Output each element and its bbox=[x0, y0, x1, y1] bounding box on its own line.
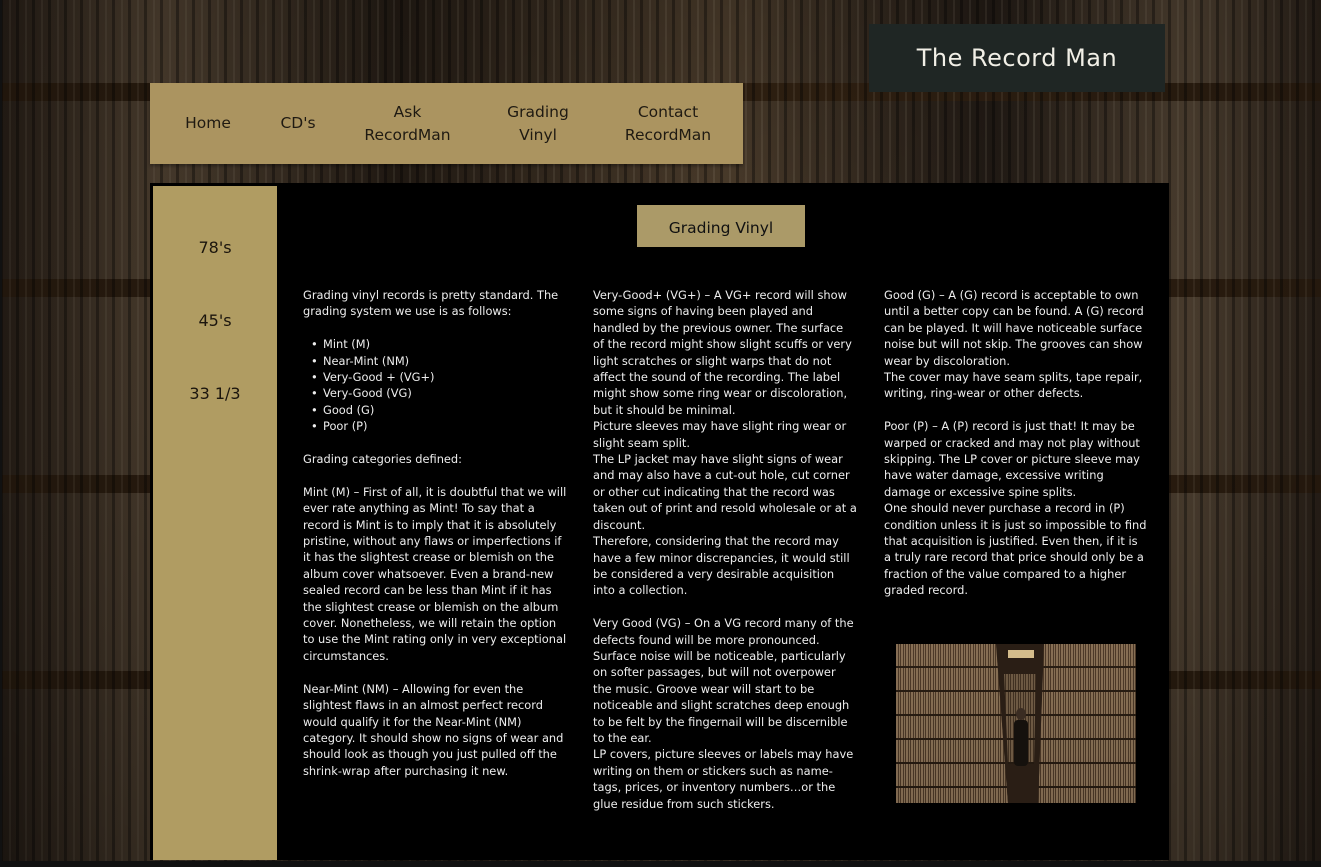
nav-home[interactable]: Home bbox=[174, 83, 242, 164]
record-aisle-image bbox=[896, 644, 1136, 803]
vg-plus-text: Very-Good+ (VG+) – A VG+ record will sho… bbox=[593, 288, 852, 417]
sidebar-item-78s[interactable]: 78's bbox=[153, 238, 277, 257]
good-cover-text: The cover may have seam splits, tape rep… bbox=[884, 370, 1143, 401]
nav-home-label: Home bbox=[185, 114, 231, 132]
top-nav: Home CD's Ask RecordMan Grading Vinyl Co… bbox=[150, 83, 743, 164]
page-heading-text: Grading Vinyl bbox=[668, 218, 774, 237]
intro-text: Grading vinyl records is pretty standard… bbox=[303, 288, 559, 319]
sleeves-text: Picture sleeves may have slight ring wea… bbox=[593, 419, 847, 450]
vg-text: Very Good (VG) – On a VG record many of … bbox=[593, 616, 854, 745]
good-text: Good (G) – A (G) record is acceptable to… bbox=[884, 288, 1144, 368]
jacket-text: The LP jacket may have slight signs of w… bbox=[593, 452, 857, 532]
sidebar: 78's 45's 33 1/3 bbox=[153, 186, 277, 860]
grade-list: Mint (M) Near-Mint (NM) Very-Good + (VG+… bbox=[303, 336, 567, 435]
column-2: Very-Good+ (VG+) – A VG+ record will sho… bbox=[593, 287, 857, 812]
grade-list-item: Very-Good (VG) bbox=[311, 385, 567, 402]
nav-contact-recordman-label: Contact RecordMan bbox=[624, 102, 712, 144]
nav-grading-vinyl[interactable]: Grading Vinyl bbox=[495, 83, 581, 164]
grade-list-item: Poor (P) bbox=[311, 418, 567, 435]
nav-cds-label: CD's bbox=[280, 114, 316, 132]
sidebar-item-33[interactable]: 33 1/3 bbox=[153, 384, 277, 403]
lp-covers-text: LP covers, picture sleeves or labels may… bbox=[593, 747, 854, 811]
site-title-text: The Record Man bbox=[916, 44, 1118, 72]
content-panel: 78's 45's 33 1/3 Grading Vinyl Grading v… bbox=[150, 183, 1169, 860]
nav-contact-recordman[interactable]: Contact RecordMan bbox=[617, 83, 719, 164]
nav-ask-recordman[interactable]: Ask RecordMan bbox=[355, 83, 460, 164]
column-1: Grading vinyl records is pretty standard… bbox=[303, 287, 567, 779]
nav-grading-vinyl-label: Grading Vinyl bbox=[507, 102, 569, 144]
column-3: Good (G) – A (G) record is acceptable to… bbox=[884, 287, 1148, 599]
page-heading: Grading Vinyl bbox=[637, 205, 805, 247]
nav-cds[interactable]: CD's bbox=[268, 83, 328, 164]
grade-list-item: Near-Mint (NM) bbox=[311, 353, 567, 370]
categories-label: Grading categories defined: bbox=[303, 452, 462, 467]
record-store-photo bbox=[896, 644, 1136, 803]
sidebar-item-45s[interactable]: 45's bbox=[153, 311, 277, 330]
grade-list-item: Mint (M) bbox=[311, 336, 567, 353]
poor-note-text: One should never purchase a record in (P… bbox=[884, 501, 1147, 598]
grade-list-item: Very-Good + (VG+) bbox=[311, 369, 567, 386]
poor-text: Poor (P) – A (P) record is just that! It… bbox=[884, 419, 1140, 499]
grade-list-item: Good (G) bbox=[311, 402, 567, 419]
site-title: The Record Man bbox=[869, 24, 1165, 92]
nav-ask-recordman-label: Ask RecordMan bbox=[364, 102, 451, 144]
mint-text: Mint (M) – First of all, it is doubtful … bbox=[303, 484, 567, 663]
near-mint-text: Near-Mint (NM) – Allowing for even the s… bbox=[303, 681, 564, 778]
therefore-text: Therefore, considering that the record m… bbox=[593, 534, 850, 598]
